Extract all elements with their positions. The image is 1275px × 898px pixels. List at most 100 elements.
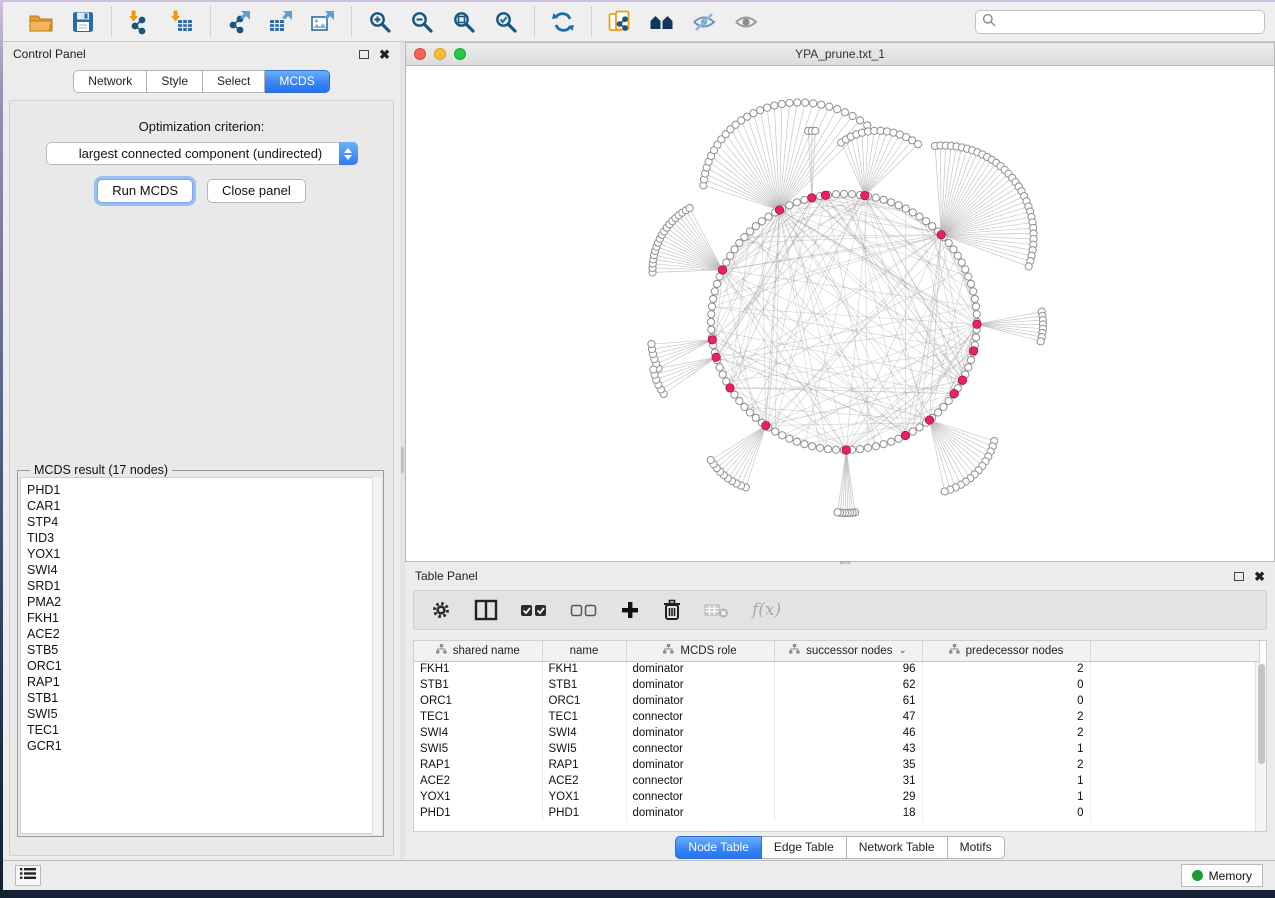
import-network-icon[interactable] — [126, 8, 154, 36]
mcds-result-list[interactable]: PHD1CAR1STP4TID3YOX1SWI4SRD1PMA2FKH1ACE2… — [20, 477, 381, 834]
zoom-in-icon[interactable] — [366, 8, 394, 36]
dominator-node[interactable] — [726, 384, 734, 392]
open-folder-icon[interactable] — [27, 8, 55, 36]
tab-style[interactable]: Style — [147, 70, 203, 93]
table-row[interactable]: TEC1TEC1connector472 — [414, 709, 1259, 725]
import-table-icon[interactable] — [168, 8, 196, 36]
splitter-handle[interactable] — [401, 447, 404, 473]
mcds-result-item[interactable]: ORC1 — [27, 658, 380, 674]
table-row[interactable]: SWI4SWI4dominator462 — [414, 725, 1259, 741]
mcds-result-item[interactable]: GCR1 — [27, 738, 380, 754]
tab-network[interactable]: Network — [73, 70, 147, 93]
export-table-icon[interactable] — [267, 8, 295, 36]
mcds-result-item[interactable]: STB1 — [27, 690, 380, 706]
tab-select[interactable]: Select — [203, 70, 265, 93]
zoom-fit-icon[interactable] — [450, 8, 478, 36]
table-row[interactable]: YOX1YOX1connector291 — [414, 789, 1259, 805]
tab-edge-table[interactable]: Edge Table — [762, 836, 847, 859]
tab-node-table[interactable]: Node Table — [675, 836, 762, 859]
table-scrollbar-thumb[interactable] — [1258, 664, 1265, 764]
dominator-node[interactable] — [718, 266, 726, 274]
table-row[interactable]: SWI5SWI5connector431 — [414, 741, 1259, 757]
save-icon[interactable] — [69, 8, 97, 36]
mcds-result-item[interactable]: TEC1 — [27, 722, 380, 738]
zoom-out-icon[interactable] — [408, 8, 436, 36]
dominator-node[interactable] — [762, 421, 770, 429]
deselect-all-icon[interactable] — [570, 602, 598, 618]
result-list-scrollbar[interactable] — [372, 477, 381, 834]
mcds-result-item[interactable]: ACE2 — [27, 626, 380, 642]
column-header-name[interactable]: name — [542, 641, 626, 661]
dominator-node[interactable] — [925, 416, 933, 424]
column-header-shared-name[interactable]: shared name — [414, 641, 542, 661]
dominator-node[interactable] — [861, 191, 869, 199]
memory-button[interactable]: Memory — [1181, 864, 1263, 887]
table-settings-icon[interactable] — [430, 599, 452, 621]
dominator-node[interactable] — [708, 336, 716, 344]
dominator-node[interactable] — [712, 353, 720, 361]
dominator-node[interactable] — [973, 320, 981, 328]
tab-network-table[interactable]: Network Table — [847, 836, 948, 859]
new-network-from-selection-icon[interactable] — [606, 8, 634, 36]
dominator-node[interactable] — [901, 431, 909, 439]
mcds-result-item[interactable]: SWI4 — [27, 562, 380, 578]
float-panel-icon[interactable] — [359, 50, 369, 59]
column-header-MCDS-role[interactable]: MCDS role — [626, 641, 774, 661]
mcds-result-item[interactable]: PMA2 — [27, 594, 380, 610]
zoom-selected-icon[interactable] — [492, 8, 520, 36]
table-row[interactable]: ORC1ORC1dominator610 — [414, 693, 1259, 709]
table-row[interactable]: ACE2ACE2connector311 — [414, 773, 1259, 789]
mcds-result-item[interactable]: STB5 — [27, 642, 380, 658]
select-all-icon[interactable] — [520, 602, 548, 618]
table-row[interactable]: RAP1RAP1dominator352 — [414, 757, 1259, 773]
dominator-node[interactable] — [821, 191, 829, 199]
column-view-icon[interactable] — [474, 599, 498, 621]
dominator-node[interactable] — [969, 347, 977, 355]
optimization-criterion-select[interactable]: largest connected component (undirected) — [46, 142, 358, 165]
column-header-predecessor-nodes[interactable]: predecessor nodes — [922, 641, 1090, 661]
table-row[interactable]: PHD1PHD1dominator180 — [414, 805, 1259, 821]
dominator-node[interactable] — [775, 206, 783, 214]
tab-mcds[interactable]: MCDS — [265, 70, 329, 93]
mcds-result-item[interactable]: RAP1 — [27, 674, 380, 690]
export-image-icon[interactable] — [309, 8, 337, 36]
mcds-result-item[interactable]: TID3 — [27, 530, 380, 546]
float-table-panel-icon[interactable] — [1234, 572, 1244, 581]
mcds-result-item[interactable]: CAR1 — [27, 498, 380, 514]
run-mcds-button[interactable]: Run MCDS — [97, 179, 193, 203]
show-all-icon[interactable] — [732, 8, 760, 36]
mcds-result-item[interactable]: SWI5 — [27, 706, 380, 722]
mcds-result-item[interactable]: FKH1 — [27, 610, 380, 626]
close-panel-icon[interactable]: ✖ — [379, 48, 390, 61]
table-cell: FKH1 — [542, 661, 626, 677]
dominator-node[interactable] — [808, 194, 816, 202]
mcds-result-item[interactable]: PHD1 — [27, 482, 380, 498]
search-input[interactable] — [1001, 15, 1258, 29]
search-box[interactable] — [975, 10, 1265, 34]
sort-chevron-icon[interactable]: ⌄ — [898, 645, 906, 656]
mcds-result-item[interactable]: YOX1 — [27, 546, 380, 562]
first-neighbors-icon[interactable] — [648, 8, 676, 36]
dominator-node[interactable] — [842, 446, 850, 454]
mcds-result-item[interactable]: STP4 — [27, 514, 380, 530]
tab-motifs[interactable]: Motifs — [948, 836, 1005, 859]
dominator-node[interactable] — [937, 231, 945, 239]
network-list-button[interactable] — [15, 865, 41, 886]
table-cell: YOX1 — [414, 789, 542, 805]
network-canvas[interactable] — [406, 66, 1274, 561]
dominator-node[interactable] — [950, 389, 958, 397]
close-panel-button[interactable]: Close panel — [207, 179, 306, 203]
add-column-icon[interactable] — [620, 600, 640, 620]
delete-column-icon[interactable] — [662, 599, 682, 621]
export-network-icon[interactable] — [225, 8, 253, 36]
dominator-node[interactable] — [958, 376, 966, 384]
mcds-result-item[interactable]: SRD1 — [27, 578, 380, 594]
refresh-icon[interactable] — [549, 8, 577, 36]
table-cell: 0 — [922, 805, 1090, 821]
close-table-panel-icon[interactable]: ✖ — [1254, 570, 1265, 583]
hide-selection-icon[interactable] — [690, 8, 718, 36]
column-header-successor-nodes[interactable]: successor nodes⌄ — [774, 641, 922, 661]
table-scrollbar[interactable] — [1255, 662, 1266, 831]
table-row[interactable]: FKH1FKH1dominator962 — [414, 661, 1259, 677]
table-row[interactable]: STB1STB1dominator620 — [414, 677, 1259, 693]
